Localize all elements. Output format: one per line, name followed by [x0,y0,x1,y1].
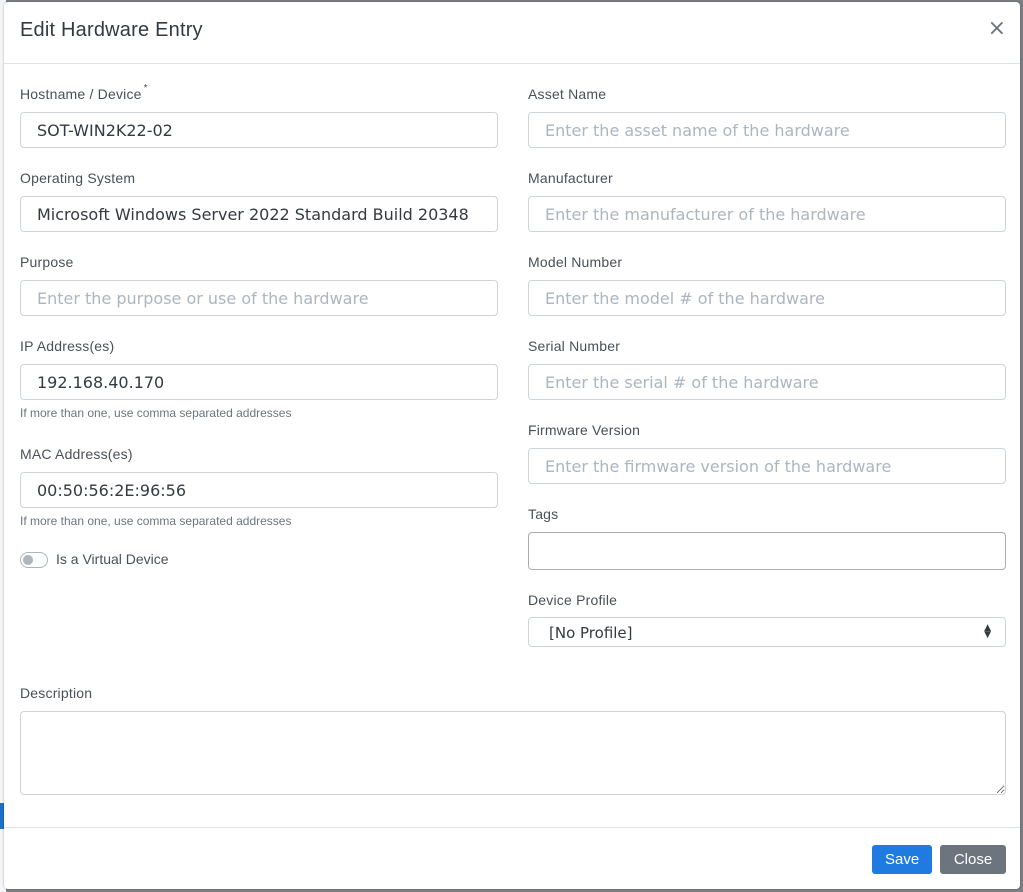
os-input[interactable] [20,196,498,232]
asset-name-label: Asset Name [528,86,607,102]
toggle-knob [23,555,33,565]
close-button[interactable]: Close [940,845,1006,874]
close-icon[interactable]: × [988,18,1006,40]
firmware-version-input[interactable] [528,448,1006,484]
manufacturer-label: Manufacturer [528,170,613,186]
virtual-device-toggle[interactable] [20,552,48,568]
description-textarea[interactable] [20,711,1006,795]
modal-title: Edit Hardware Entry [20,19,203,41]
ip-help-text: If more than one, use comma separated ad… [20,406,292,420]
os-label: Operating System [20,170,136,186]
mac-label: MAC Address(es) [20,446,133,462]
save-button[interactable]: Save [872,845,932,874]
hostname-label-text: Hostname / Device [20,86,142,102]
edit-hardware-modal: Edit Hardware Entry × Hostname / Device *… [4,2,1020,889]
modal-footer: Save Close [4,827,1020,889]
mac-input[interactable] [20,472,498,508]
ip-label: IP Address(es) [20,338,115,354]
select-chevron-icon: ▲ ▼ [984,623,991,640]
manufacturer-input[interactable] [528,196,1006,232]
asset-name-input[interactable] [528,112,1006,148]
description-label: Description [20,685,93,701]
tags-input[interactable] [528,532,1006,570]
device-profile-select[interactable]: [No Profile] ▲ ▼ [528,617,1006,647]
model-number-label: Model Number [528,254,623,270]
model-number-input[interactable] [528,280,1006,316]
serial-number-label: Serial Number [528,338,621,354]
hostname-input[interactable] [20,112,498,148]
firmware-version-label: Firmware Version [528,422,641,438]
required-mark: * [143,83,148,94]
device-profile-label: Device Profile [528,592,618,608]
device-profile-value: [No Profile] [549,624,633,642]
modal-header: Edit Hardware Entry × [4,2,1020,64]
tags-label: Tags [528,506,559,522]
virtual-device-label: Is a Virtual Device [56,551,169,567]
hostname-label: Hostname / Device * [20,83,148,102]
ip-input[interactable] [20,364,498,400]
mac-help-text: If more than one, use comma separated ad… [20,514,292,528]
serial-number-input[interactable] [528,364,1006,400]
purpose-label: Purpose [20,254,74,270]
purpose-input[interactable] [20,280,498,316]
